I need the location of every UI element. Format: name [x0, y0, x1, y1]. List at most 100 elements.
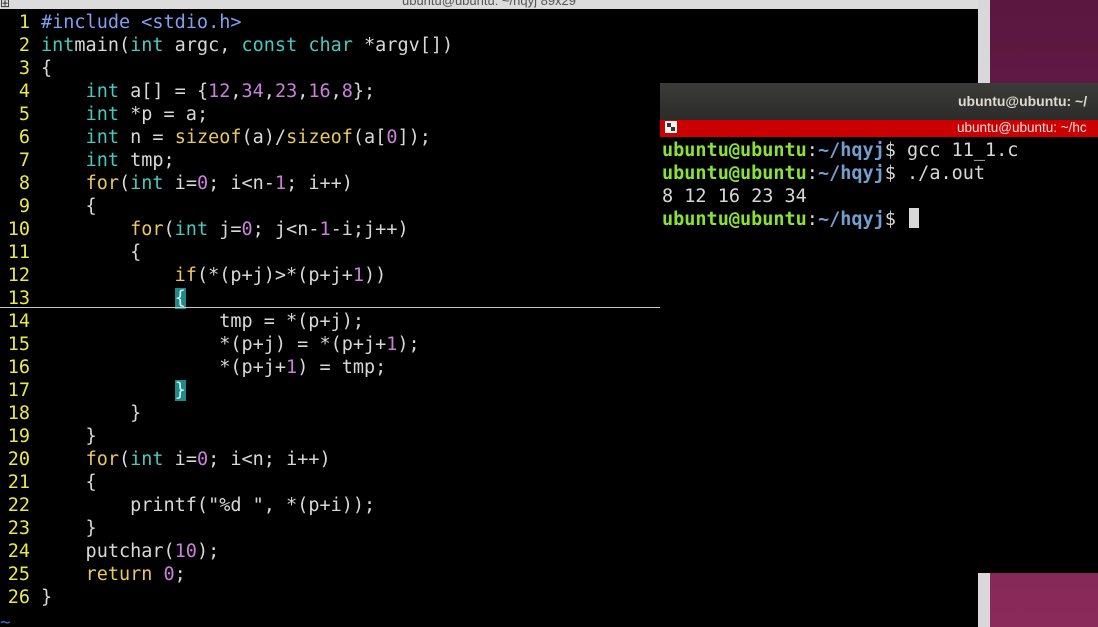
code-token: } [41, 518, 97, 539]
tab-menu-icon[interactable] [665, 121, 677, 133]
code-line[interactable]: 6 int n = sizeof(a)/sizeof(a[0]); [0, 126, 431, 149]
vim-editor-buffer[interactable]: 1 #include <stdio.h> 2 intmain(int argc, co… [0, 11, 453, 609]
code-line[interactable]: 4 int a[] = {12,34,23,16,8}; [0, 80, 375, 103]
code-line[interactable]: 21 { [0, 471, 97, 494]
line-source: *(p+j) = *(p+j+1); [41, 333, 420, 356]
code-line[interactable]: 12 if(*(p+j)>*(p+j+1)) [0, 264, 387, 287]
code-token: sizeof [174, 127, 242, 148]
line-source: { [41, 471, 97, 494]
code-token: 0 [386, 127, 398, 148]
line-number: 19 [7, 426, 30, 447]
code-token: int [85, 104, 119, 125]
line-number: 2 [18, 35, 30, 56]
code-line[interactable]: 17 } [0, 379, 186, 402]
cursor-line-underline [0, 307, 660, 308]
line-number: 7 [18, 150, 30, 171]
code-token: -i;j++) [330, 219, 409, 240]
terminal-output[interactable]: ubuntu@ubuntu:~/hqyj$ gcc 11_1.c ubuntu@… [662, 139, 1018, 231]
line-source: return 0; [41, 563, 186, 586]
code-token: ; i<n; i++) [208, 449, 331, 470]
line-number: 24 [7, 541, 30, 562]
code-line[interactable]: 18 } [0, 402, 142, 425]
matched-brace: { [174, 288, 186, 309]
line-source: for(int j=0; j<n-1-i;j++) [41, 218, 409, 241]
code-token: { [41, 242, 142, 263]
line-source: } [41, 425, 97, 448]
code-token: { [41, 472, 97, 493]
code-token: ]); [397, 127, 431, 148]
prompt-dir: ~/hqyj [817, 140, 885, 161]
code-token: #include <stdio.h> [41, 12, 242, 33]
line-source: for(int i=0; i<n; i++) [41, 448, 331, 471]
code-token: 0 [241, 219, 253, 240]
code-token: i= [163, 449, 197, 470]
code-line[interactable]: 8 for(int i=0; i<n-1; i++) [0, 172, 353, 195]
code-token: (a[ [352, 127, 387, 148]
line-number: 8 [18, 173, 30, 194]
code-token: , [263, 81, 275, 102]
line-number: 6 [18, 127, 30, 148]
code-line[interactable]: 26} [0, 586, 52, 609]
code-token: ; i++) [286, 173, 353, 194]
code-token: 8 [341, 81, 353, 102]
empty-line-tilde: ~ [0, 612, 11, 627]
line-source: int n = sizeof(a)/sizeof(a[0]); [41, 126, 431, 149]
code-line[interactable]: 23 } [0, 517, 97, 540]
code-line[interactable]: 10 for(int j=0; j<n-1-i;j++) [0, 218, 409, 241]
line-number: 23 [7, 518, 30, 539]
code-token: a[] = { [118, 81, 209, 102]
code-token: *p = a; [118, 104, 209, 125]
code-token: ) = tmp; [297, 357, 387, 378]
line-number: 18 [7, 403, 30, 424]
code-line[interactable]: 1 #include <stdio.h> [0, 11, 242, 34]
code-line[interactable]: 20 for(int i=0; i<n; i++) [0, 448, 331, 471]
code-token: 16 [308, 81, 331, 102]
program-output: 8 12 16 23 34 [662, 186, 807, 207]
code-line[interactable]: 19 } [0, 425, 97, 448]
code-token: int [85, 150, 119, 171]
code-token: ); [196, 541, 220, 562]
code-line[interactable]: 16 *(p+j+1) = tmp; [0, 356, 387, 379]
line-number: 9 [18, 196, 30, 217]
line-number: 4 [18, 81, 30, 102]
code-line[interactable]: 2 intmain(int argc, const char *argv[]) [0, 34, 453, 57]
code-line[interactable]: 15 *(p+j) = *(p+j+1); [0, 333, 420, 356]
code-token: return [85, 564, 153, 585]
code-token: int [41, 35, 75, 56]
code-token: , [330, 81, 342, 102]
line-number: 26 [7, 587, 30, 608]
terminal-tab-bar[interactable]: ubuntu@ubuntu: ~/hc [660, 120, 1098, 137]
line-source: putchar(10); [41, 540, 220, 563]
line-number: 17 [7, 380, 30, 401]
vim-window-titlebar[interactable]: ⊞ ubuntu@ubuntu: ~/hqyj 89x29 [0, 0, 978, 9]
code-token: 10 [174, 541, 197, 562]
line-source: { [41, 241, 141, 264]
code-line[interactable]: 22 printf("%d ", *(p+i)); [0, 494, 375, 517]
code-token: main( [74, 35, 131, 56]
code-line[interactable]: 9 { [0, 195, 97, 218]
code-line[interactable]: 25 return 0; [0, 563, 186, 586]
matched-brace: } [174, 380, 186, 401]
code-line[interactable]: 7 int tmp; [0, 149, 175, 172]
code-line[interactable]: 3{ [0, 57, 52, 80]
code-line[interactable]: 11 { [0, 241, 142, 264]
code-token: int [174, 219, 209, 240]
line-source: { [41, 195, 97, 218]
code-token: ); [397, 334, 420, 355]
front-terminal-window[interactable]: ubuntu@ubuntu: ~/ ubuntu@ubuntu: ~/hc ub… [660, 83, 1098, 573]
text-cursor [909, 208, 920, 228]
terminal-titlebar[interactable]: ubuntu@ubuntu: ~/ [660, 83, 1098, 120]
code-token: "%d " [208, 495, 264, 516]
code-token: ; j<n- [252, 219, 320, 240]
line-number: 25 [7, 564, 30, 585]
code-line[interactable]: 14 tmp = *(p+j); [0, 310, 364, 333]
code-line[interactable]: 24 putchar(10); [0, 540, 220, 563]
line-number: 12 [7, 265, 30, 286]
code-line[interactable]: 5 int *p = a; [0, 103, 208, 126]
